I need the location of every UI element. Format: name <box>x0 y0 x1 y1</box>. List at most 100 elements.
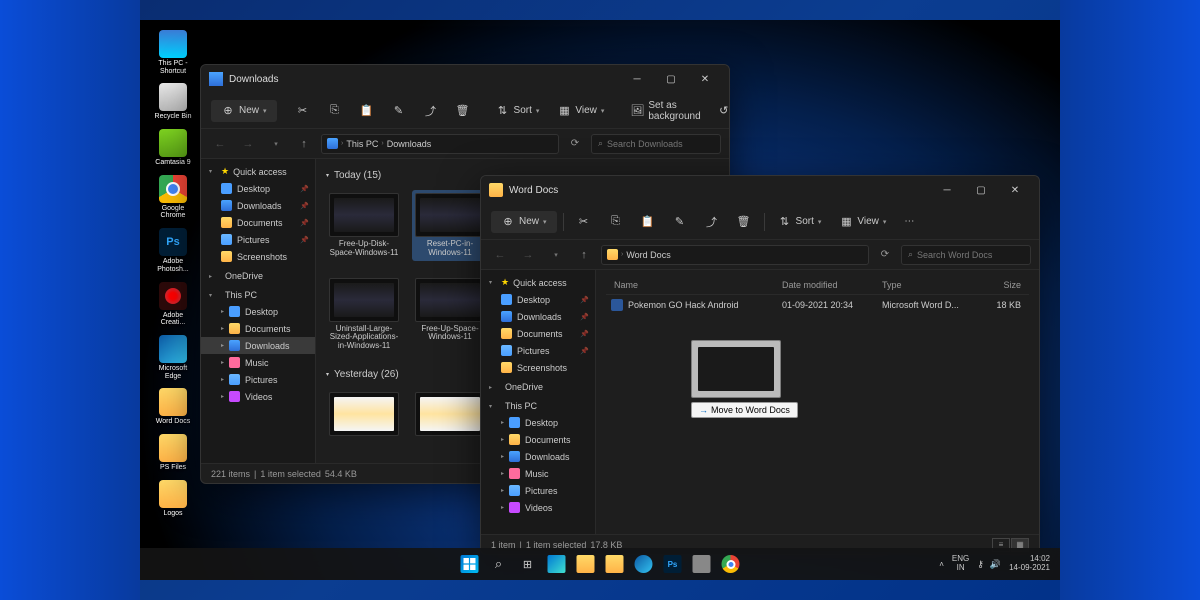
taskbar-app-edge[interactable] <box>631 551 657 577</box>
sidebar-item-pc-desktop[interactable]: ▸Desktop <box>481 414 595 431</box>
taskbar-app-chrome[interactable] <box>718 551 744 577</box>
delete-button[interactable]: 🗑 <box>730 211 758 233</box>
up-button[interactable]: ↑ <box>573 244 595 266</box>
refresh-button[interactable]: ⟳ <box>875 245 895 265</box>
file-thumb[interactable]: Free-Up-Space-Windows-11 <box>412 275 488 354</box>
sidebar-item-documents[interactable]: Documents📌 <box>481 325 595 342</box>
sidebar-item-pictures[interactable]: Pictures📌 <box>481 342 595 359</box>
file-thumb[interactable] <box>326 389 402 439</box>
sort-button[interactable]: ⇅Sort▾ <box>771 211 829 233</box>
titlebar[interactable]: Downloads ─ ▢ ✕ <box>201 65 729 93</box>
sidebar-item-pc-desktop[interactable]: ▸Desktop <box>201 303 315 320</box>
cut-button[interactable]: ✂ <box>289 100 317 122</box>
share-button[interactable]: ⤴ <box>698 211 726 233</box>
sidebar-item-pc-music[interactable]: ▸Music <box>481 465 595 482</box>
desktop-icon-edge[interactable]: Microsoft Edge <box>148 333 198 382</box>
delete-button[interactable]: 🗑 <box>449 100 477 122</box>
forward-button[interactable]: → <box>517 244 539 266</box>
sidebar-item-pc-videos[interactable]: ▸Videos <box>481 499 595 516</box>
sidebar-this-pc[interactable]: ▾This PC <box>481 398 595 414</box>
sidebar-onedrive[interactable]: ▸OneDrive <box>201 268 315 284</box>
taskbar-app-explorer[interactable] <box>573 551 599 577</box>
sidebar-item-pc-videos[interactable]: ▸Videos <box>201 388 315 405</box>
task-view-button[interactable]: ⊞ <box>515 551 541 577</box>
file-list[interactable]: Name Date modified Type Size Pokemon GO … <box>596 270 1039 534</box>
search-input[interactable]: ⌕Search Word Docs <box>901 245 1031 265</box>
explorer-window-word-docs[interactable]: Word Docs ─ ▢ ✕ ⊕New▾ ✂ ⎘ 📋 ✎ ⤴ 🗑 ⇅Sort▾… <box>480 175 1040 555</box>
taskbar-app[interactable] <box>689 551 715 577</box>
sidebar-quick-access[interactable]: ▾★Quick access <box>201 163 315 180</box>
sidebar-item-pc-documents[interactable]: ▸Documents <box>481 431 595 448</box>
search-button[interactable]: ⌕ <box>486 551 512 577</box>
file-thumb[interactable]: Free-Up-Disk-Space-Windows-11 <box>326 190 402 261</box>
desktop-icon-logos[interactable]: Logos <box>148 478 198 520</box>
cut-button[interactable]: ✂ <box>570 211 598 233</box>
rotate-left-button[interactable]: ↺Rotate left <box>712 96 730 126</box>
sidebar-item-pc-documents[interactable]: ▸Documents <box>201 320 315 337</box>
col-type[interactable]: Type <box>874 280 974 290</box>
paste-button[interactable]: 📋 <box>634 211 662 233</box>
column-headers[interactable]: Name Date modified Type Size <box>606 276 1029 295</box>
back-button[interactable]: ← <box>489 244 511 266</box>
view-button[interactable]: ▦View▾ <box>832 211 893 233</box>
desktop-icon-camtasia[interactable]: Camtasia 9 <box>148 127 198 169</box>
sidebar-item-pictures[interactable]: Pictures📌 <box>201 231 315 248</box>
file-thumb[interactable] <box>412 389 488 439</box>
refresh-button[interactable]: ⟳ <box>565 134 585 154</box>
copy-button[interactable]: ⎘ <box>321 100 349 122</box>
close-button[interactable]: ✕ <box>689 67 721 91</box>
file-thumb[interactable]: Uninstall-Large-Sized-Applications-in-Wi… <box>326 275 402 354</box>
widgets-button[interactable] <box>544 551 570 577</box>
forward-button[interactable]: → <box>237 133 259 155</box>
desktop-icon-this-pc[interactable]: This PC - Shortcut <box>148 28 198 77</box>
maximize-button[interactable]: ▢ <box>965 178 997 202</box>
recent-button[interactable]: ▾ <box>265 133 287 155</box>
close-button[interactable]: ✕ <box>999 178 1031 202</box>
paste-button[interactable]: 📋 <box>353 100 381 122</box>
recent-button[interactable]: ▾ <box>545 244 567 266</box>
new-button[interactable]: ⊕New▾ <box>491 211 557 233</box>
taskbar-app-explorer[interactable] <box>602 551 628 577</box>
sort-button[interactable]: ⇅Sort▾ <box>489 100 547 122</box>
col-size[interactable]: Size <box>974 280 1029 290</box>
sidebar-item-screenshots[interactable]: Screenshots <box>481 359 595 376</box>
sidebar-item-documents[interactable]: Documents📌 <box>201 214 315 231</box>
sidebar-item-pc-music[interactable]: ▸Music <box>201 354 315 371</box>
titlebar[interactable]: Word Docs ─ ▢ ✕ <box>481 176 1039 204</box>
new-button[interactable]: ⊕New▾ <box>211 100 277 122</box>
volume-icon[interactable]: 🔊 <box>990 559 1001 570</box>
sidebar-quick-access[interactable]: ▾★Quick access <box>481 274 595 291</box>
sidebar-item-pc-pictures[interactable]: ▸Pictures <box>481 482 595 499</box>
more-button[interactable]: ⋯ <box>897 212 921 231</box>
file-row[interactable]: Pokemon GO Hack Android 01-09-2021 20:34… <box>606 295 1029 315</box>
start-button[interactable] <box>457 551 483 577</box>
search-input[interactable]: ⌕Search Downloads <box>591 134 721 154</box>
view-button[interactable]: ▦View▾ <box>550 100 611 122</box>
sidebar-this-pc[interactable]: ▾This PC <box>201 287 315 303</box>
set-background-button[interactable]: 🖼Set as background <box>623 96 707 126</box>
maximize-button[interactable]: ▢ <box>655 67 687 91</box>
copy-button[interactable]: ⎘ <box>602 211 630 233</box>
sidebar-onedrive[interactable]: ▸OneDrive <box>481 379 595 395</box>
keyboard-indicator[interactable]: IN <box>952 564 969 573</box>
tray-chevron-icon[interactable]: ˄ <box>939 560 944 569</box>
sidebar-item-desktop[interactable]: Desktop📌 <box>201 180 315 197</box>
sidebar-item-desktop[interactable]: Desktop📌 <box>481 291 595 308</box>
breadcrumb[interactable]: › Word Docs <box>601 245 869 265</box>
sidebar-item-pc-downloads[interactable]: ▸Downloads <box>481 448 595 465</box>
sidebar-item-downloads[interactable]: Downloads📌 <box>201 197 315 214</box>
back-button[interactable]: ← <box>209 133 231 155</box>
rename-button[interactable]: ✎ <box>385 100 413 122</box>
minimize-button[interactable]: ─ <box>621 67 653 91</box>
sidebar-item-screenshots[interactable]: Screenshots <box>201 248 315 265</box>
sidebar-item-downloads[interactable]: Downloads📌 <box>481 308 595 325</box>
col-name[interactable]: Name <box>606 280 774 290</box>
desktop-icon-recycle-bin[interactable]: Recycle Bin <box>148 81 198 123</box>
file-thumb[interactable]: Reset-PC-in-Windows-11 <box>412 190 488 261</box>
up-button[interactable]: ↑ <box>293 133 315 155</box>
desktop-icon-chrome[interactable]: Google Chrome <box>148 173 198 222</box>
breadcrumb[interactable]: › This PC › Downloads <box>321 134 559 154</box>
col-date[interactable]: Date modified <box>774 280 874 290</box>
desktop-icon-creative-cloud[interactable]: Adobe Creati... <box>148 280 198 329</box>
wifi-icon[interactable]: ⚷ <box>977 559 984 570</box>
